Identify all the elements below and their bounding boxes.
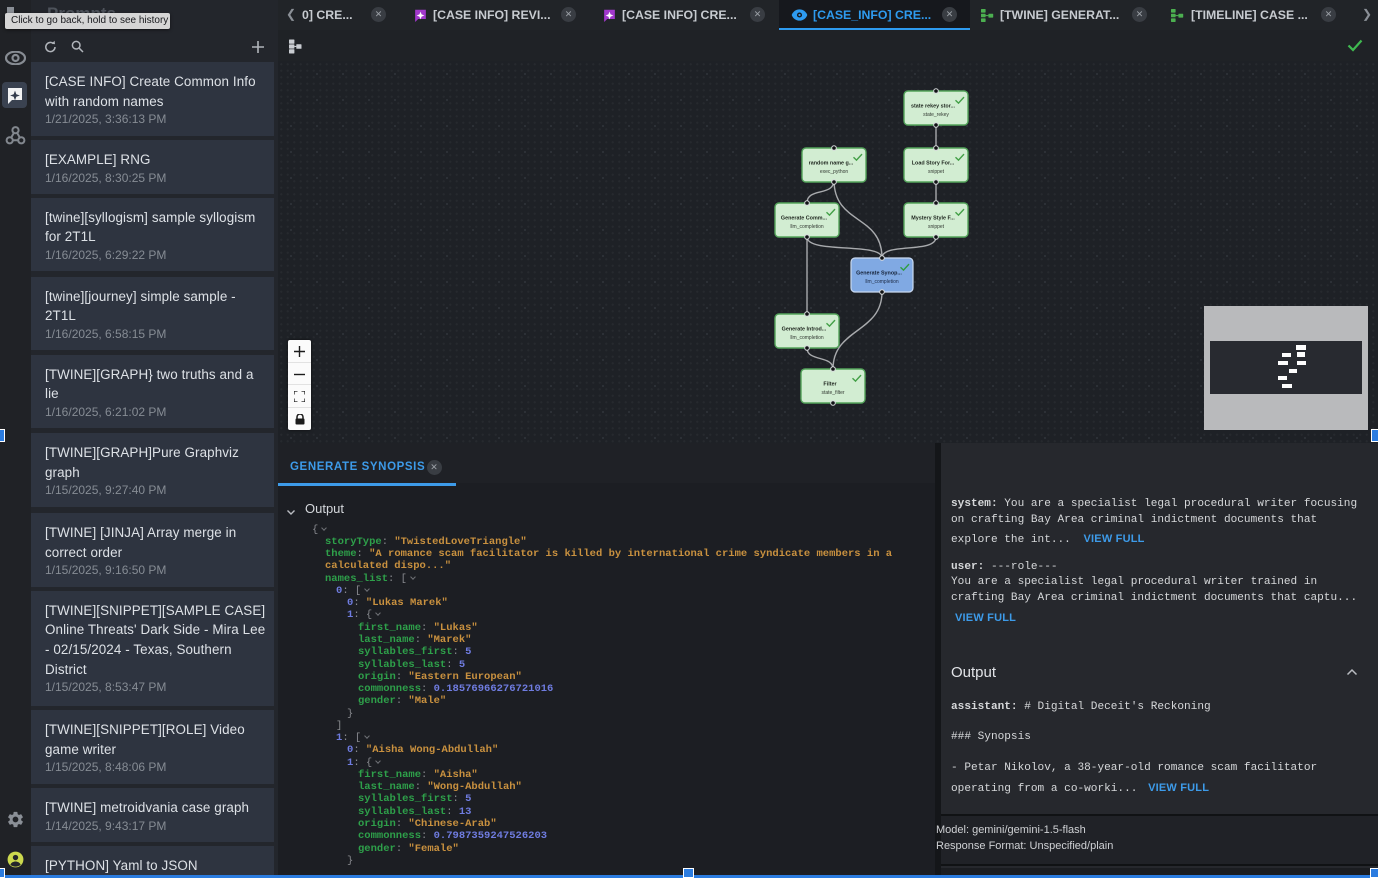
svg-text:snippet: snippet [928,169,945,175]
svg-text:state_filter: state_filter [821,390,844,396]
svg-text:state_rekey: state_rekey [923,112,949,118]
svg-text:Filter: Filter [823,382,837,388]
svg-text:snippet: snippet [928,224,945,230]
svg-text:Load Story For...: Load Story For... [912,161,955,167]
svg-text:llm_completion: llm_completion [790,224,824,230]
svg-text:Mystery Style F...: Mystery Style F... [911,216,955,222]
svg-text:Generate Comm...: Generate Comm... [781,216,828,222]
svg-text:llm_completion: llm_completion [790,335,824,341]
svg-text:llm_completion: llm_completion [865,279,899,285]
svg-text:random name g...: random name g... [809,161,854,167]
svg-text:state rekey stor...: state rekey stor... [911,104,956,110]
svg-text:Generate Introd...: Generate Introd... [782,327,827,333]
svg-text:Generate Synop...: Generate Synop... [856,271,902,277]
svg-text:exec_python: exec_python [820,169,849,175]
